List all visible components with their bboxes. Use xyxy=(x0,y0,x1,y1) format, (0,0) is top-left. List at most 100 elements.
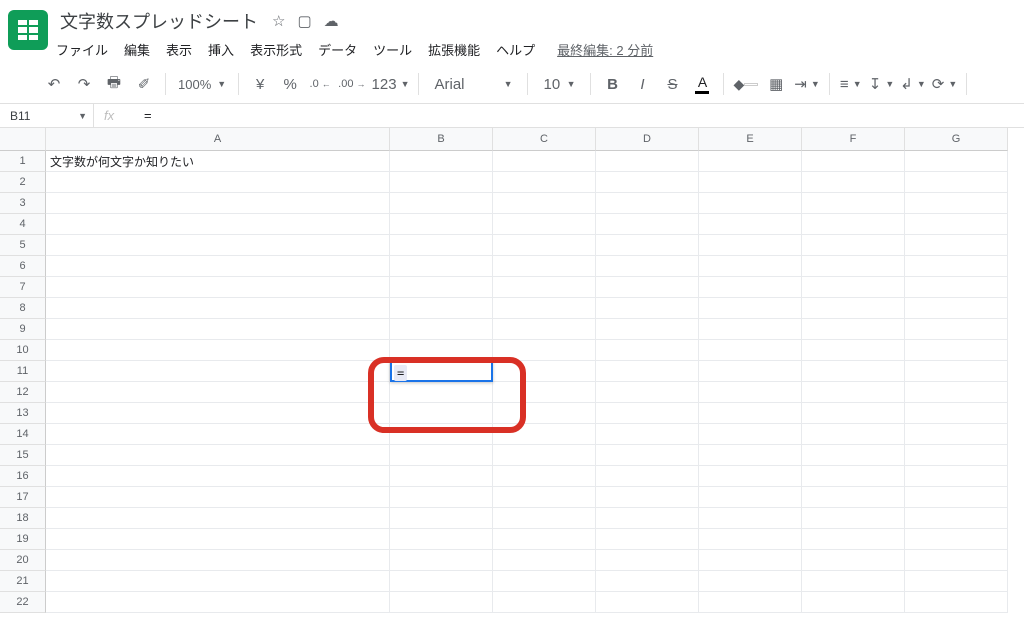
cell[interactable] xyxy=(905,424,1008,445)
cell[interactable] xyxy=(905,466,1008,487)
cell[interactable] xyxy=(596,361,699,382)
menu-view[interactable]: 表示 xyxy=(166,40,192,59)
h-align-button[interactable]: ≡▼ xyxy=(839,71,863,97)
cell[interactable] xyxy=(905,298,1008,319)
row-header[interactable]: 6 xyxy=(0,256,46,277)
cell[interactable] xyxy=(905,445,1008,466)
cell[interactable] xyxy=(390,214,493,235)
cell[interactable] xyxy=(46,340,390,361)
cell[interactable] xyxy=(699,277,802,298)
cell[interactable] xyxy=(802,466,905,487)
cell[interactable] xyxy=(493,151,596,172)
cell[interactable] xyxy=(46,382,390,403)
menu-format[interactable]: 表示形式 xyxy=(250,40,302,59)
cell[interactable] xyxy=(46,256,390,277)
cell[interactable] xyxy=(390,340,493,361)
cell[interactable] xyxy=(905,193,1008,214)
cell[interactable] xyxy=(493,550,596,571)
cell[interactable] xyxy=(46,592,390,613)
cell[interactable] xyxy=(596,592,699,613)
row-header[interactable]: 18 xyxy=(0,508,46,529)
menu-extensions[interactable]: 拡張機能 xyxy=(428,40,480,59)
cell[interactable] xyxy=(493,277,596,298)
cell[interactable] xyxy=(493,319,596,340)
cell[interactable] xyxy=(46,193,390,214)
star-icon[interactable]: ☆ xyxy=(272,12,285,30)
text-color-button[interactable]: A xyxy=(690,71,714,97)
cell[interactable] xyxy=(699,298,802,319)
row-header[interactable]: 9 xyxy=(0,319,46,340)
cell[interactable] xyxy=(493,361,596,382)
row-header[interactable]: 11 xyxy=(0,361,46,382)
cell[interactable] xyxy=(802,256,905,277)
cell[interactable] xyxy=(390,487,493,508)
cell[interactable] xyxy=(905,403,1008,424)
row-header[interactable]: 14 xyxy=(0,424,46,445)
cells-area[interactable]: = 文字数が何文字か知りたい xyxy=(46,151,1024,613)
cell[interactable] xyxy=(493,193,596,214)
cell[interactable] xyxy=(699,529,802,550)
cell[interactable] xyxy=(46,361,390,382)
cell[interactable] xyxy=(596,529,699,550)
cell[interactable] xyxy=(699,361,802,382)
cell[interactable] xyxy=(390,193,493,214)
cell[interactable] xyxy=(596,571,699,592)
cell[interactable] xyxy=(46,172,390,193)
paint-format-button[interactable]: ✐ xyxy=(132,71,156,97)
cell[interactable] xyxy=(390,550,493,571)
zoom-select[interactable]: 100%▼ xyxy=(175,71,229,97)
wrap-button[interactable]: ↲▼ xyxy=(900,71,926,97)
cell[interactable] xyxy=(596,340,699,361)
cell[interactable] xyxy=(905,571,1008,592)
font-size-select[interactable]: 10▼ xyxy=(537,71,581,97)
cell[interactable] xyxy=(390,466,493,487)
cell[interactable] xyxy=(390,529,493,550)
cell[interactable] xyxy=(390,172,493,193)
cell[interactable] xyxy=(802,319,905,340)
decrease-decimal-button[interactable]: .0 ← xyxy=(308,71,332,97)
cell[interactable] xyxy=(390,151,493,172)
cell[interactable] xyxy=(905,529,1008,550)
menu-data[interactable]: データ xyxy=(318,40,357,59)
bold-button[interactable]: B xyxy=(600,71,624,97)
cell[interactable] xyxy=(905,340,1008,361)
cell[interactable] xyxy=(699,550,802,571)
cell[interactable] xyxy=(493,424,596,445)
cell[interactable] xyxy=(596,487,699,508)
cell[interactable] xyxy=(390,235,493,256)
cell[interactable] xyxy=(390,424,493,445)
column-header[interactable]: E xyxy=(699,128,802,151)
cell[interactable] xyxy=(905,172,1008,193)
cell[interactable] xyxy=(596,151,699,172)
cell[interactable] xyxy=(596,277,699,298)
row-header[interactable]: 21 xyxy=(0,571,46,592)
cell[interactable] xyxy=(802,382,905,403)
cell[interactable] xyxy=(802,550,905,571)
cell[interactable] xyxy=(46,319,390,340)
menu-insert[interactable]: 挿入 xyxy=(208,40,234,59)
document-title[interactable]: 文字数スプレッドシート xyxy=(56,6,262,36)
row-header[interactable]: 13 xyxy=(0,403,46,424)
cell[interactable] xyxy=(390,382,493,403)
number-format-select[interactable]: 123▼ xyxy=(372,71,410,97)
cell[interactable] xyxy=(46,466,390,487)
cell[interactable] xyxy=(493,529,596,550)
cell[interactable] xyxy=(390,508,493,529)
cell[interactable] xyxy=(802,277,905,298)
cell[interactable] xyxy=(493,340,596,361)
cell[interactable] xyxy=(699,151,802,172)
cell[interactable] xyxy=(493,256,596,277)
cell[interactable] xyxy=(390,571,493,592)
cell[interactable] xyxy=(46,235,390,256)
undo-button[interactable]: ↶ xyxy=(42,71,66,97)
cell[interactable] xyxy=(493,403,596,424)
row-header[interactable]: 12 xyxy=(0,382,46,403)
cell[interactable] xyxy=(596,256,699,277)
rotate-button[interactable]: ⟳▼ xyxy=(932,71,958,97)
cell[interactable] xyxy=(699,508,802,529)
cell[interactable] xyxy=(390,256,493,277)
cell[interactable] xyxy=(802,403,905,424)
cell[interactable] xyxy=(390,298,493,319)
cell[interactable] xyxy=(390,319,493,340)
cell[interactable] xyxy=(46,571,390,592)
